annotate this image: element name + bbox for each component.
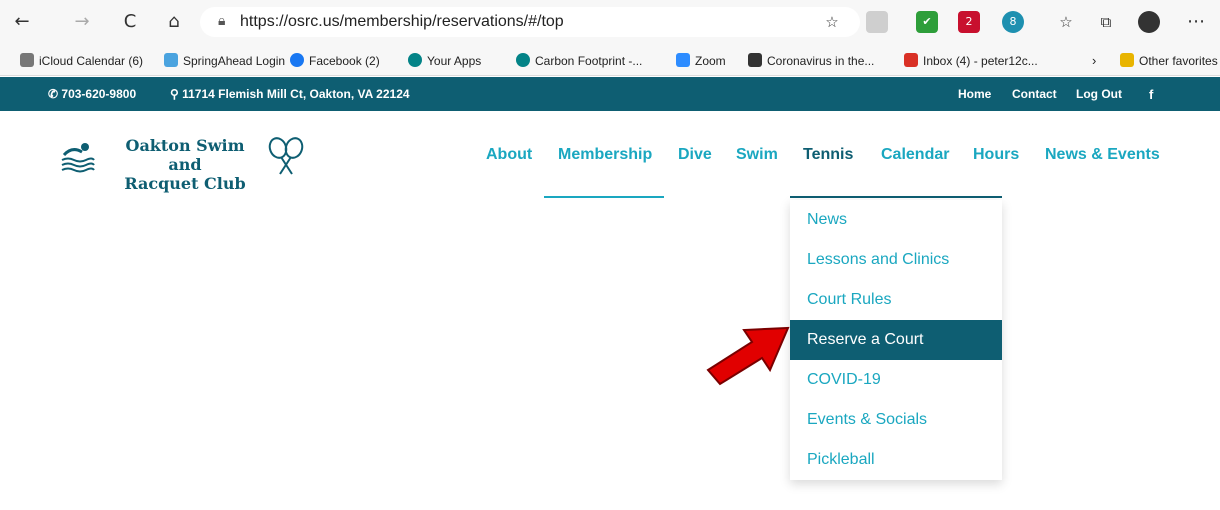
apple-icon [20,53,34,67]
phone-link[interactable]: ✆ 703-620-9800 [48,87,136,101]
facebook-icon[interactable]: f [1149,87,1153,102]
menu-tennis[interactable]: Tennis [803,146,853,164]
back-icon[interactable]: ← [10,10,34,34]
dropdown-item-reserve-court[interactable]: Reserve a Court [790,320,1002,360]
phone-icon: ✆ [48,87,62,101]
bookmark-item[interactable]: iCloud Calendar (6) [20,53,143,68]
collections-icon[interactable]: ⧉ [1094,10,1118,34]
todoist-extension-icon[interactable]: 2 [958,11,980,33]
more-menu-icon[interactable]: ⋯ [1184,10,1208,34]
home-link[interactable]: Home [958,87,991,101]
bookmark-item[interactable]: Facebook (2) [290,53,380,68]
tennis-racquets-icon [268,137,304,175]
logout-link[interactable]: Log Out [1076,87,1122,101]
bookmark-item[interactable]: Carbon Footprint -... [516,53,642,68]
tennis-dropdown-menu: News Lessons and Clinics Court Rules Res… [790,200,1002,480]
favorites-list-icon[interactable]: ☆ [1054,10,1078,34]
home-icon[interactable]: ⌂ [162,10,186,34]
checkmark-extension-icon[interactable]: ✔ [916,11,938,33]
bookmark-folder[interactable]: Other favorites [1120,53,1218,68]
forward-icon[interactable]: → [70,10,94,34]
bookmark-item[interactable]: Your Apps [408,53,481,68]
membership-active-underline [544,196,664,198]
dropdown-item-court-rules[interactable]: Court Rules [790,280,1002,320]
grammarly-extension-icon[interactable]: 8 [1002,11,1024,33]
reload-icon[interactable]: C [118,10,142,34]
menu-dive[interactable]: Dive [678,146,712,164]
menu-swim[interactable]: Swim [736,146,778,164]
facebook-icon [290,53,304,67]
gmail-icon [904,53,918,67]
profile-avatar-icon[interactable] [1138,11,1160,33]
menu-about[interactable]: About [486,146,532,164]
sharepoint-icon [408,53,422,67]
zoom-icon [676,53,690,67]
dropdown-item-events-socials[interactable]: Events & Socials [790,400,1002,440]
bookmark-item[interactable]: Inbox (4) - peter12c... [904,53,1038,68]
bookmarks-bar: iCloud Calendar (6) SpringAhead Login Fa… [0,44,1220,76]
nytimes-icon [748,53,762,67]
address-link[interactable]: ⚲ 11714 Flemish Mill Ct, Oakton, VA 2212… [170,87,410,101]
chevron-right-icon[interactable]: › [1092,53,1096,68]
bookmark-item[interactable]: SpringAhead Login [164,53,285,68]
grid-icon [164,53,178,67]
contact-link[interactable]: Contact [1012,87,1057,101]
menu-news-events[interactable]: News & Events [1045,146,1160,164]
dropdown-item-pickleball[interactable]: Pickleball [790,440,1002,480]
browser-toolbar: ← → C ⌂ 🔒︎ https://osrc.us/membership/re… [0,0,1220,44]
extension-icon[interactable] [866,11,888,33]
dropdown-item-lessons[interactable]: Lessons and Clinics [790,240,1002,280]
red-pointer-arrow-icon [706,326,790,386]
folder-icon [1120,53,1134,67]
menu-calendar[interactable]: Calendar [881,146,949,164]
menu-membership[interactable]: Membership [558,146,652,164]
tennis-hover-underline [790,196,1002,198]
bookmark-item[interactable]: Zoom [676,53,726,68]
favorite-star-icon[interactable]: ☆ [820,10,844,34]
site-topbar: ✆ 703-620-9800 ⚲ 11714 Flemish Mill Ct, … [0,77,1220,111]
lock-icon: 🔒︎ [218,13,226,29]
dropdown-item-covid[interactable]: COVID-19 [790,360,1002,400]
sharepoint-icon [516,53,530,67]
swimmer-logo-icon[interactable] [60,138,96,178]
club-logo-text[interactable]: Oakton Swim and Racquet Club [110,136,260,193]
url-text[interactable]: https://osrc.us/membership/reservations/… [240,13,564,31]
menu-hours[interactable]: Hours [973,146,1019,164]
dropdown-item-news[interactable]: News [790,200,1002,240]
map-pin-icon: ⚲ [170,87,183,101]
bookmark-item[interactable]: Coronavirus in the... [748,53,874,68]
